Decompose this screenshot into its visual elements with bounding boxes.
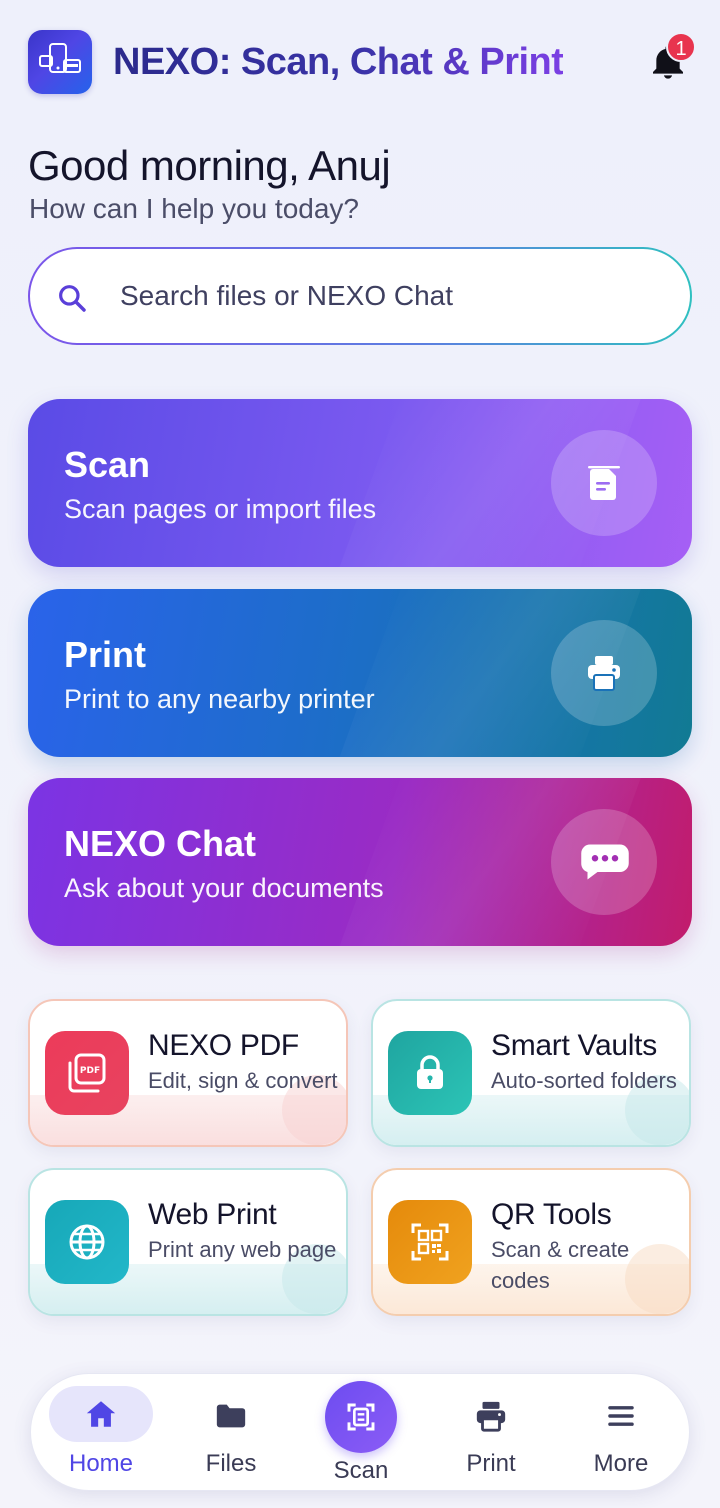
scan-card-subtitle: Scan pages or import files bbox=[64, 494, 377, 524]
smart-vaults-subtitle: Auto-sorted folders bbox=[491, 1068, 677, 1093]
smart-vaults-tile[interactable]: Smart Vaults Auto-sorted folders bbox=[371, 999, 691, 1147]
qr-code-icon bbox=[411, 1223, 449, 1261]
nav-more[interactable]: More bbox=[561, 1374, 681, 1492]
nexo-pdf-title: NEXO PDF bbox=[148, 1029, 299, 1062]
globe-icon bbox=[69, 1224, 105, 1260]
qr-icon-box bbox=[388, 1200, 472, 1284]
bottom-navigation: Home Files Scan Print More bbox=[30, 1373, 690, 1491]
print-card-subtitle: Print to any nearby printer bbox=[64, 684, 375, 714]
scan-card-title: Scan bbox=[64, 444, 151, 485]
web-print-title: Web Print bbox=[148, 1198, 277, 1231]
notification-button[interactable]: 1 bbox=[648, 32, 696, 82]
print-card[interactable]: Print Print to any nearby printer bbox=[28, 589, 692, 757]
nav-more-label: More bbox=[593, 1450, 649, 1477]
home-icon bbox=[86, 1401, 116, 1427]
printer-icon bbox=[588, 656, 620, 691]
nav-home-label: Home bbox=[68, 1450, 134, 1477]
nav-scan-label: Scan bbox=[333, 1457, 389, 1484]
chat-bubble-icon bbox=[581, 844, 629, 880]
qr-tools-subtitle: Scan & create codes bbox=[491, 1237, 630, 1293]
pdf-icon-box: PDF bbox=[45, 1031, 129, 1115]
search-bar bbox=[28, 247, 692, 345]
nexo-pdf-subtitle: Edit, sign & convert bbox=[148, 1068, 338, 1093]
chat-card-title: NEXO Chat bbox=[64, 823, 257, 864]
nav-print-label: Print bbox=[466, 1450, 516, 1477]
nav-scan[interactable]: Scan bbox=[301, 1374, 421, 1492]
search-container bbox=[30, 249, 690, 343]
nav-home[interactable]: Home bbox=[41, 1374, 161, 1492]
scan-card-icon-circle bbox=[551, 430, 657, 536]
scan-fab-button[interactable] bbox=[325, 1381, 397, 1453]
app-title: NEXO: Scan, Chat & Print bbox=[113, 41, 564, 83]
menu-icon bbox=[608, 1406, 634, 1426]
app-logo bbox=[28, 30, 92, 94]
app-header: NEXO: Scan, Chat & Print 1 bbox=[28, 30, 696, 94]
greeting-title: Good morning, Anuj bbox=[28, 142, 391, 189]
web-print-tile[interactable]: Web Print Print any web page bbox=[28, 1168, 348, 1316]
scan-icon bbox=[347, 1403, 375, 1431]
qr-tools-tile[interactable]: QR Tools Scan & create codes bbox=[371, 1168, 691, 1316]
chat-card-icon-circle bbox=[551, 809, 657, 915]
search-input[interactable] bbox=[120, 249, 660, 343]
notification-badge: 1 bbox=[666, 32, 696, 62]
nav-files[interactable]: Files bbox=[171, 1374, 291, 1492]
greeting-subtitle: How can I help you today? bbox=[29, 193, 359, 224]
print-card-icon-circle bbox=[551, 620, 657, 726]
folder-icon bbox=[216, 1404, 246, 1428]
lock-icon bbox=[417, 1055, 443, 1089]
vault-icon-box bbox=[388, 1031, 472, 1115]
app-logo-icon bbox=[39, 43, 81, 73]
qr-tools-title: QR Tools bbox=[491, 1198, 612, 1231]
nav-print[interactable]: Print bbox=[431, 1374, 551, 1492]
pdf-icon: PDF bbox=[68, 1053, 106, 1093]
chat-card-subtitle: Ask about your documents bbox=[64, 873, 384, 903]
nexo-pdf-tile[interactable]: PDF NEXO PDF Edit, sign & convert bbox=[28, 999, 348, 1147]
smart-vaults-title: Smart Vaults bbox=[491, 1029, 657, 1062]
nexo-chat-card[interactable]: NEXO Chat Ask about your documents bbox=[28, 778, 692, 946]
web-print-subtitle: Print any web page bbox=[148, 1237, 337, 1262]
svg-text:PDF: PDF bbox=[80, 1066, 100, 1076]
nav-files-label: Files bbox=[205, 1450, 257, 1477]
printer-icon bbox=[476, 1401, 506, 1432]
web-icon-box bbox=[45, 1200, 129, 1284]
scan-card[interactable]: Scan Scan pages or import files bbox=[28, 399, 692, 567]
document-scan-icon bbox=[588, 466, 620, 500]
search-icon bbox=[59, 285, 86, 312]
print-card-title: Print bbox=[64, 634, 147, 675]
